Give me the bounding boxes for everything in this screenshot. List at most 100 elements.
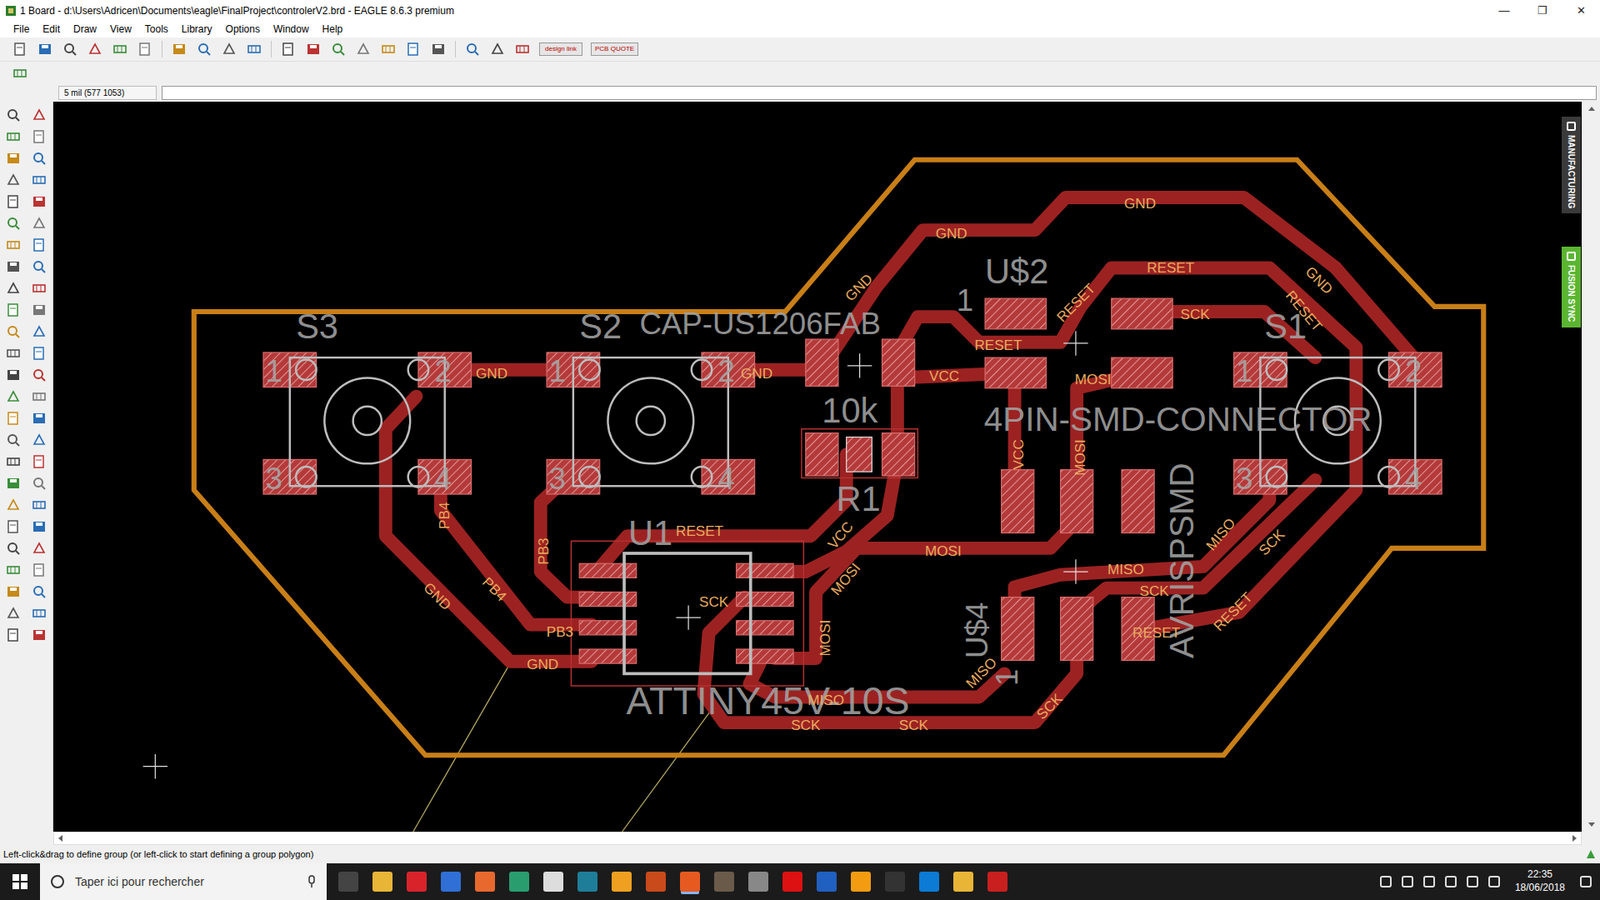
palette-tool[interactable]	[30, 496, 48, 514]
tool-button[interactable]	[405, 40, 422, 58]
palette-tool[interactable]	[30, 388, 48, 405]
tool-button[interactable]	[86, 40, 104, 58]
menu-item[interactable]: Options	[219, 20, 267, 38]
menu-item[interactable]: File	[6, 20, 36, 38]
palette-tool[interactable]	[30, 605, 48, 622]
tool-button[interactable]	[136, 40, 154, 58]
pad[interactable]	[736, 591, 795, 606]
taskbar-app-icon[interactable]	[850, 871, 871, 892]
menu-item[interactable]: Draw	[66, 20, 104, 38]
pad[interactable]	[882, 433, 915, 476]
palette-tool[interactable]	[5, 583, 22, 600]
palette-tool[interactable]	[5, 323, 22, 340]
pad[interactable]	[1121, 470, 1155, 534]
tool-button[interactable]	[355, 40, 372, 58]
pad[interactable]	[985, 298, 1046, 330]
pad[interactable]	[579, 563, 637, 578]
pad[interactable]	[579, 649, 637, 664]
tray-icon[interactable]	[1445, 875, 1457, 888]
palette-tool[interactable]	[5, 150, 22, 167]
taskbar-app-icon[interactable]	[475, 871, 495, 892]
taskbar-app-icon[interactable]	[953, 871, 974, 892]
palette-tool[interactable]	[5, 410, 22, 427]
palette-tool[interactable]	[30, 366, 48, 384]
trace[interactable]	[385, 396, 592, 662]
menu-item[interactable]: Window	[266, 20, 316, 38]
pad[interactable]	[1001, 470, 1035, 534]
palette-tool[interactable]	[30, 453, 48, 470]
restore-button[interactable]: ❐	[1523, 2, 1562, 20]
pad[interactable]	[736, 649, 795, 664]
tray-icon[interactable]	[1466, 875, 1479, 888]
tool-button[interactable]	[430, 40, 447, 58]
tool-button[interactable]	[514, 40, 531, 58]
pad[interactable]	[736, 563, 795, 578]
taskbar-app-icon[interactable]	[919, 871, 940, 892]
palette-tool[interactable]	[5, 280, 22, 297]
palette-tool[interactable]	[30, 280, 48, 297]
tool-button[interactable]	[170, 40, 188, 58]
palette-tool[interactable]	[30, 323, 48, 340]
trace[interactable]	[775, 459, 898, 572]
palette-tool[interactable]	[30, 258, 48, 275]
microphone-icon[interactable]	[306, 875, 317, 889]
palette-tool[interactable]	[30, 236, 48, 254]
tray-icon[interactable]	[1380, 875, 1392, 888]
palette-tool[interactable]	[30, 518, 48, 535]
palette-tool[interactable]	[30, 431, 48, 449]
palette-tool[interactable]	[5, 540, 22, 557]
tool-button[interactable]	[195, 40, 213, 58]
palette-tool[interactable]	[30, 626, 48, 644]
horizontal-scrollbar[interactable]	[53, 831, 1582, 845]
pad[interactable]	[805, 433, 839, 476]
taskbar-app-icon[interactable]	[987, 871, 1008, 892]
pad[interactable]	[805, 339, 839, 386]
palette-tool[interactable]	[30, 106, 48, 124]
trace[interactable]	[825, 197, 1415, 363]
tool-button[interactable]	[61, 40, 79, 58]
taskbar-app-icon[interactable]	[645, 871, 666, 892]
palette-tool[interactable]	[5, 236, 22, 254]
palette-tool[interactable]	[30, 171, 48, 189]
palette-tool[interactable]	[30, 301, 48, 319]
palette-tool[interactable]	[30, 215, 48, 232]
taskbar-app-icon[interactable]	[782, 871, 803, 892]
palette-tool[interactable]	[30, 345, 48, 362]
taskbar-app-icon[interactable]	[680, 871, 700, 892]
scroll-down-icon[interactable]	[1587, 820, 1596, 829]
link-button[interactable]: design link	[539, 42, 583, 56]
menu-item[interactable]: Tools	[138, 20, 175, 38]
palette-tool[interactable]	[5, 301, 22, 319]
palette-tool[interactable]	[5, 345, 22, 362]
command-input[interactable]	[161, 85, 1597, 100]
tool-button[interactable]	[36, 40, 54, 58]
taskbar-app-icon[interactable]	[372, 871, 393, 892]
pad[interactable]	[579, 620, 637, 635]
palette-tool[interactable]	[5, 431, 22, 449]
menu-item[interactable]: Library	[175, 20, 220, 38]
palette-tool[interactable]	[5, 106, 22, 124]
palette-tool[interactable]	[5, 626, 22, 644]
tool-button[interactable]	[464, 40, 481, 58]
palette-tool[interactable]	[30, 193, 48, 210]
palette-tool[interactable]	[30, 561, 48, 579]
tool-button[interactable]	[489, 40, 506, 58]
tray-icon[interactable]	[1488, 875, 1500, 888]
pad[interactable]	[1111, 357, 1173, 389]
palette-tool[interactable]	[5, 258, 22, 275]
taskbar-app-icon[interactable]	[406, 871, 427, 892]
taskbar-app-icon[interactable]	[338, 871, 359, 892]
menu-item[interactable]: Help	[315, 20, 350, 38]
tool-button[interactable]	[220, 40, 238, 58]
board-canvas[interactable]: S3S2CAP-US1206FABU$21S110k4PIN-SMD-CONNE…	[53, 101, 1582, 832]
menu-item[interactable]: Edit	[35, 20, 67, 38]
notification-icon[interactable]	[1580, 875, 1592, 888]
palette-tool[interactable]	[5, 561, 22, 579]
grid-button[interactable]	[11, 65, 29, 82]
clock[interactable]: 22:3518/06/2018	[1510, 868, 1570, 895]
scroll-left-icon[interactable]	[56, 834, 65, 843]
search-box[interactable]: Taper ici pour rechercher	[40, 863, 327, 900]
tool-button[interactable]	[11, 40, 29, 58]
pad[interactable]	[1060, 470, 1094, 534]
scroll-right-icon[interactable]	[1570, 834, 1579, 843]
